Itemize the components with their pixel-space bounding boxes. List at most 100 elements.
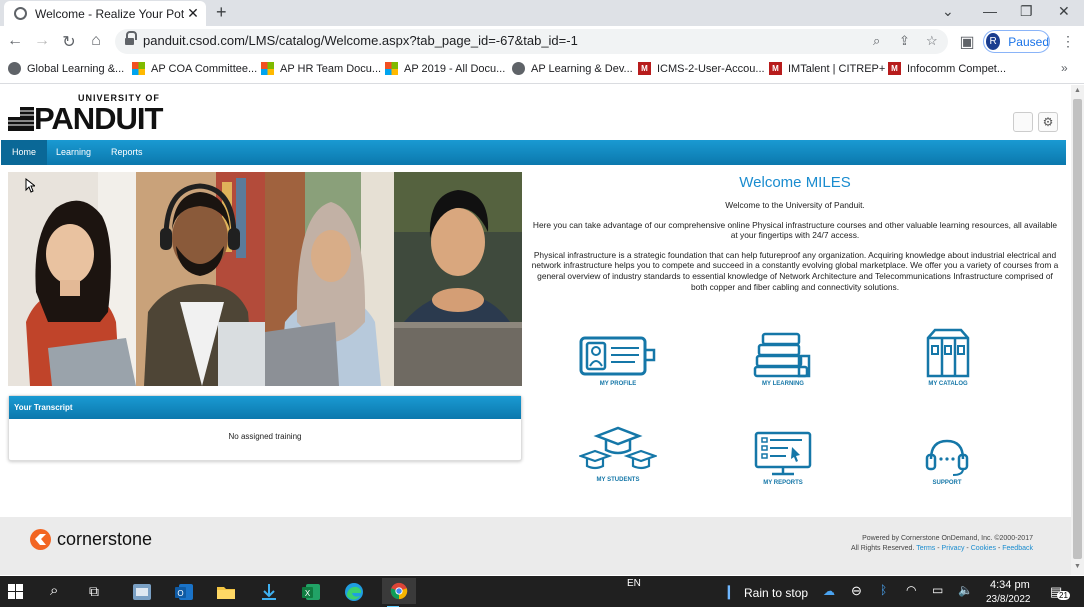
privacy-link[interactable]: Privacy	[942, 545, 965, 552]
cornerstone-icon	[30, 529, 51, 550]
my-catalog-tile[interactable]: MY CATALOG	[898, 328, 998, 387]
svg-text:O: O	[177, 589, 183, 598]
onedrive-icon[interactable]: ☁	[823, 584, 835, 598]
scroll-down-icon[interactable]: ▼	[1074, 563, 1081, 570]
tile-label: MY CATALOG	[928, 381, 968, 387]
bookmark-label: Global Learning &...	[27, 62, 125, 75]
welcome-intro: Welcome to the University of Panduit.	[725, 200, 865, 210]
share-icon[interactable]: ⇪	[899, 33, 910, 49]
network-app-icon[interactable]	[131, 581, 153, 603]
volume-icon[interactable]: 🔈	[958, 583, 973, 597]
welcome-paragraph: Physical infrastructure is a strategic f…	[531, 249, 1059, 292]
task-view-icon[interactable]: ⧉	[89, 583, 99, 600]
page-scrollbar[interactable]: ▲ ▼	[1071, 85, 1084, 575]
graduation-caps-icon	[579, 426, 657, 470]
my-learning-tile[interactable]: MY LEARNING	[733, 332, 833, 387]
search-icon[interactable]: ⌕	[50, 582, 58, 599]
globe-icon	[512, 62, 525, 75]
address-bar[interactable]: panduit.csod.com/LMS/catalog/Welcome.asp…	[115, 29, 948, 54]
home-button[interactable]: ⌂	[86, 32, 106, 50]
bookmark-star-icon[interactable]: ☆	[926, 33, 938, 49]
terms-link[interactable]: Terms	[916, 545, 935, 552]
tile-label: SUPPORT	[932, 480, 962, 486]
lock-icon	[125, 31, 137, 46]
footer-legal: Powered by Cornerstone OnDemand, Inc. ©2…	[850, 535, 1033, 552]
cookies-link[interactable]: Cookies	[971, 545, 996, 552]
my-profile-tile[interactable]: MY PROFILE	[568, 332, 668, 387]
building-icon	[8, 107, 34, 131]
headset-icon	[925, 439, 969, 476]
chrome-taskbar-button[interactable]	[382, 578, 416, 607]
tile-label: MY STUDENTS	[596, 477, 640, 483]
clock-date[interactable]: 23/8/2022	[986, 594, 1031, 605]
wifi-icon[interactable]: ◠	[906, 583, 916, 597]
welcome-paragraph: Here you can take advantage of our compr…	[532, 219, 1058, 241]
transcript-title[interactable]: Your Transcript	[9, 396, 521, 419]
student-photo	[394, 172, 522, 386]
scrollbar-thumb[interactable]	[1073, 99, 1082, 559]
edge-icon[interactable]	[343, 581, 365, 603]
browser-menu-icon[interactable]: ⋮	[1061, 33, 1075, 50]
reload-button[interactable]: ↻	[59, 32, 79, 52]
university-of-panduit-logo[interactable]: UNIVERSITY OF PANDUIT	[8, 93, 168, 136]
bookmark-item[interactable]: M ICMS-2-User-Accou...	[638, 62, 765, 75]
feedback-link[interactable]: Feedback	[1002, 545, 1033, 552]
forward-button[interactable]: →	[32, 32, 52, 50]
battery-icon[interactable]: ▭	[932, 583, 943, 597]
tile-label: MY PROFILE	[599, 381, 637, 387]
hero-image	[8, 172, 522, 386]
imtalent-icon: M	[888, 62, 901, 75]
cornerstone-logo[interactable]: cornerstone	[30, 529, 152, 550]
bookmark-item[interactable]: M Infocomm Compet...	[888, 62, 1006, 75]
notification-center-button[interactable]: ▤ 21	[1050, 582, 1070, 602]
user-avatar-button[interactable]	[1013, 112, 1033, 132]
side-panel-icon[interactable]: ▣	[957, 32, 977, 52]
bluetooth-icon[interactable]: ᛒ	[880, 583, 887, 597]
notification-badge: 21	[1057, 591, 1070, 600]
download-app-icon[interactable]	[258, 581, 280, 603]
my-students-tile[interactable]: MY STUDENTS	[568, 426, 668, 483]
chevron-down-icon[interactable]: ⌄	[942, 3, 954, 20]
tile-label: MY LEARNING	[762, 381, 804, 387]
gear-icon[interactable]: ⚙	[1038, 112, 1058, 132]
profile-button[interactable]: R Paused	[983, 30, 1050, 53]
bookmark-item[interactable]: AP Learning & Dev...	[512, 62, 633, 75]
windows-start-icon[interactable]	[8, 584, 23, 599]
bookmark-item[interactable]: Global Learning &...	[8, 62, 124, 75]
globe-icon	[14, 7, 27, 20]
nav-learning[interactable]: Learning	[45, 140, 102, 165]
my-reports-tile[interactable]: MY REPORTS	[733, 431, 833, 486]
outlook-icon[interactable]: O	[173, 581, 195, 603]
more-bookmarks-icon[interactable]: »	[1061, 61, 1068, 75]
minimize-button[interactable]: —	[983, 3, 997, 19]
excel-icon[interactable]: X	[300, 581, 322, 603]
maximize-button[interactable]: ❐	[1020, 3, 1033, 20]
bookmark-item[interactable]: AP COA Committee...	[132, 62, 257, 75]
bookmark-item[interactable]: M IMTalent | CITREP+	[769, 62, 885, 75]
profile-status: Paused	[1008, 34, 1049, 49]
nav-home[interactable]: Home	[1, 140, 48, 165]
close-tab-icon[interactable]: ✕	[184, 5, 202, 22]
file-explorer-icon[interactable]	[215, 581, 237, 603]
language-indicator[interactable]: EN	[627, 578, 641, 589]
nav-reports[interactable]: Reports	[100, 140, 154, 165]
bookmark-item[interactable]: AP HR Team Docu...	[261, 62, 381, 75]
bookmark-label: AP 2019 - All Docu...	[404, 62, 506, 75]
bookmark-label: AP COA Committee...	[151, 62, 258, 75]
zoom-icon[interactable]: ⌕	[873, 33, 880, 49]
weather-text[interactable]: Rain to stop	[744, 586, 808, 600]
support-tile[interactable]: SUPPORT	[897, 437, 997, 486]
powered-by-text: Powered by Cornerstone OnDemand, Inc. ©2…	[862, 535, 1033, 542]
bookmark-item[interactable]: AP 2019 - All Docu...	[385, 62, 505, 75]
transcript-empty-text: No assigned training	[228, 432, 302, 441]
close-window-button[interactable]: ✕	[1058, 3, 1070, 20]
clock-time[interactable]: 4:34 pm	[990, 579, 1030, 591]
new-tab-button[interactable]: +	[216, 2, 227, 23]
back-button[interactable]: ←	[5, 32, 25, 50]
microsoft-icon	[385, 62, 398, 75]
avatar: R	[986, 33, 1001, 50]
meet-icon[interactable]: ⊖	[851, 583, 862, 599]
page-footer: cornerstone Powered by Cornerstone OnDem…	[0, 517, 1071, 575]
scroll-up-icon[interactable]: ▲	[1074, 87, 1081, 94]
browser-tab[interactable]: Welcome - Realize Your Potential ✕	[4, 1, 206, 26]
